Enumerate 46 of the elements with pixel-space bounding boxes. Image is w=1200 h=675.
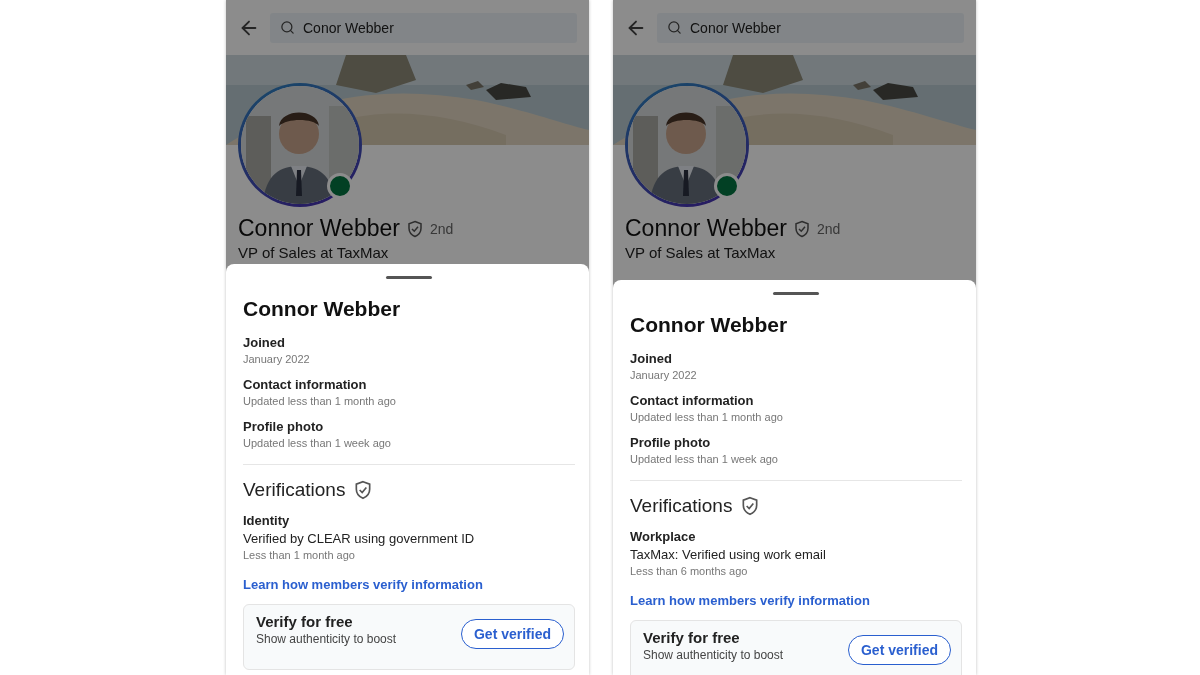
profile-name: Connor Webber (238, 215, 400, 242)
detail-label: Joined (630, 351, 673, 366)
detail-value: Updated less than 1 month ago (243, 395, 397, 407)
verification-time: Less than 1 month ago (243, 549, 356, 561)
shield-check-icon (792, 219, 811, 238)
connection-degree: 2nd (816, 220, 841, 237)
connection-degree: 2nd (429, 220, 454, 237)
detail-value: Updated less than 1 week ago (243, 437, 392, 449)
promo-text: Show authenticity to boost (256, 632, 397, 646)
detail-value: Updated less than 1 month ago (630, 411, 784, 423)
drag-handle[interactable] (386, 276, 432, 279)
profile-headline: VP of Sales at TaxMax (624, 243, 777, 263)
verification-detail: Verified by CLEAR using government ID (243, 531, 476, 546)
search-field[interactable]: Conor Webber (270, 12, 577, 43)
promo-text: Show authenticity to boost (643, 648, 784, 662)
detail-label: Contact information (630, 393, 755, 408)
section-title: Verifications (630, 495, 733, 517)
verification-time: Less than 6 months ago (630, 565, 749, 577)
verification-type: Workplace (630, 529, 697, 544)
get-verified-button[interactable]: Get verified (460, 619, 564, 649)
sheet-title: Connor Webber (630, 313, 789, 337)
detail-label: Profile photo (630, 435, 712, 450)
profile-name: Connor Webber (625, 215, 787, 242)
section-title: Verifications (243, 479, 346, 501)
detail-value: Updated less than 1 week ago (630, 453, 779, 465)
search-icon (280, 20, 295, 35)
detail-label: Contact information (243, 377, 368, 392)
promo-title: Verify for free (643, 629, 741, 646)
verification-type: Identity (243, 513, 291, 528)
detail-label: Joined (243, 335, 286, 350)
shield-check-icon (740, 496, 761, 516)
drag-handle[interactable] (773, 292, 819, 295)
verification-detail: TaxMax: Verified using work email (630, 547, 827, 562)
learn-more-link[interactable]: Learn how members verify information (630, 593, 962, 608)
detail-value: January 2022 (630, 369, 698, 381)
sheet-title: Connor Webber (243, 297, 402, 321)
get-verified-button[interactable]: Get verified (847, 635, 951, 665)
detail-value: January 2022 (243, 353, 311, 365)
learn-more-link[interactable]: Learn how members verify information (243, 577, 575, 592)
detail-label: Profile photo (243, 419, 325, 434)
shield-check-icon (405, 219, 424, 238)
promo-title: Verify for free (256, 613, 354, 630)
search-icon (667, 20, 682, 35)
search-field[interactable]: Conor Webber (657, 12, 964, 43)
profile-headline: VP of Sales at TaxMax (237, 243, 390, 263)
shield-check-icon (353, 480, 374, 500)
